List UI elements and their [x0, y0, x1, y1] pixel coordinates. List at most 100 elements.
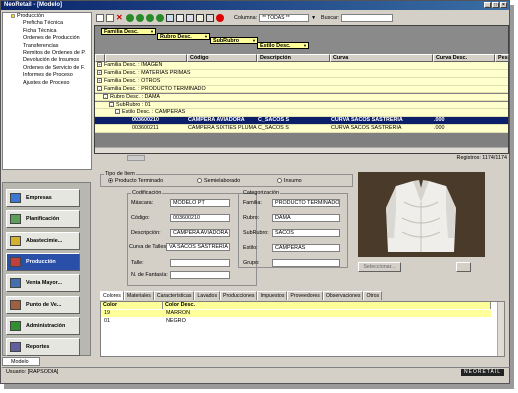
expand-toggle-icon[interactable]: - — [103, 93, 108, 99]
tree-item[interactable]: Preficha Técnica — [3, 20, 91, 27]
tree-root[interactable]: Producción — [3, 13, 91, 20]
seleccionar-button[interactable]: Seleccionar... — [358, 262, 401, 272]
column-header[interactable] — [95, 54, 105, 62]
column-header[interactable]: Color Desc. — [163, 302, 491, 309]
sidebar-item[interactable]: Venta Mayor... — [6, 274, 80, 293]
tipo-radio[interactable]: Insumo — [277, 178, 302, 184]
clear-image-button[interactable] — [456, 262, 471, 272]
table-row[interactable]: 19 MARRON — [101, 310, 491, 317]
field-input[interactable] — [170, 259, 230, 267]
tab-item[interactable]: Proveedores — [287, 291, 323, 300]
category-input[interactable] — [272, 259, 340, 267]
grid-view-icon[interactable] — [166, 13, 174, 22]
subgrid-scrollbar[interactable] — [497, 302, 504, 356]
group-by-button[interactable]: Rubro Desc. ▼ — [157, 33, 210, 40]
edit-icon[interactable] — [186, 13, 194, 22]
tab-item[interactable]: Características — [153, 291, 195, 300]
tipo-radio[interactable]: Producto Terminado — [108, 178, 163, 184]
category-input[interactable]: PRODUCTO TERMINADO — [272, 199, 340, 207]
delete-icon[interactable]: ✕ — [116, 13, 124, 22]
cancel-icon[interactable] — [216, 13, 224, 22]
chevron-down-icon[interactable]: ▼ — [303, 43, 307, 49]
sidebar-item[interactable]: Producción — [6, 252, 80, 271]
sidebar-item[interactable]: Planificación — [6, 210, 80, 229]
tab-item[interactable]: Colores — [100, 291, 124, 300]
tree-item[interactable]: Remitos de Ordenes de P. — [3, 50, 91, 57]
group-by-button[interactable]: Estilo Desc. ▼ — [257, 42, 309, 49]
columna-select[interactable]: ** TODAS ** — [259, 13, 310, 22]
tree-item[interactable]: Ficha Técnica — [3, 28, 91, 35]
sidebar-item[interactable]: Empresas — [6, 189, 80, 207]
next-icon[interactable] — [146, 13, 154, 22]
tab-item[interactable]: Lavados — [194, 291, 221, 300]
table-row[interactable]: 003600210 CAMPERA AVIADORA C_SACOS S CURVA … — [95, 117, 508, 126]
group-row[interactable]: - Rubro Desc. : DAMA — [95, 93, 508, 102]
tree-item[interactable]: Devolución de Insumos — [3, 57, 91, 64]
column-header[interactable]: Peso — [495, 54, 509, 62]
tab-item[interactable]: Impuestos — [257, 291, 288, 300]
sidebar-item[interactable]: Punto de Ve... — [6, 295, 80, 314]
group-row[interactable]: + Familia Desc. : OTROS — [95, 77, 508, 86]
column-header[interactable]: Curva Desc. — [433, 54, 495, 62]
filter-icon[interactable] — [196, 13, 204, 22]
grid-nav-button[interactable] — [127, 155, 145, 161]
category-input[interactable]: DAMA — [272, 214, 340, 222]
table-row[interactable]: 003600211 CAMPERA SIXTIES PLUMAS C_SACOS S… — [95, 125, 508, 133]
group-row[interactable]: - Estilo Desc. : CAMPERAS — [95, 109, 508, 118]
tab-item[interactable]: Observaciones — [322, 291, 364, 300]
column-header[interactable]: Descripción — [257, 54, 330, 62]
field-input[interactable]: CAMPERA AVIADORA — [170, 229, 230, 237]
maximize-button[interactable]: □ — [492, 2, 499, 8]
tree-item[interactable]: Transferencias — [3, 43, 91, 50]
minimize-button[interactable]: _ — [484, 2, 491, 8]
last-icon[interactable] — [156, 13, 164, 22]
category-input[interactable]: CAMPERAS — [272, 244, 340, 252]
tab-modelo[interactable]: Modelo — [2, 357, 40, 366]
field-input[interactable]: VA SACOS SASTRERIA — [166, 243, 230, 251]
expand-toggle-icon[interactable]: - — [115, 109, 120, 115]
first-icon[interactable] — [126, 13, 134, 22]
expand-toggle-icon[interactable]: + — [97, 77, 102, 83]
chevron-down-icon[interactable]: ▼ — [252, 38, 256, 44]
tree-item[interactable]: Ordenes de Producción — [3, 35, 91, 42]
column-header[interactable] — [105, 54, 187, 62]
grid-hscrollbar[interactable] — [95, 147, 508, 153]
close-button[interactable]: × — [500, 2, 507, 8]
new-icon[interactable] — [96, 13, 104, 22]
tree-item[interactable]: Informes de Proceso — [3, 72, 91, 79]
search-input[interactable] — [341, 13, 394, 22]
refresh-icon[interactable] — [206, 13, 214, 22]
field-input[interactable]: MODELO PT — [170, 199, 230, 207]
tree-item[interactable]: Ordenes de Servicio de F. — [3, 65, 91, 72]
tab-item[interactable]: Producciones — [220, 291, 258, 300]
expand-toggle-icon[interactable]: - — [97, 85, 102, 91]
tab-item[interactable]: Materiales — [123, 291, 154, 300]
column-header[interactable]: Curva — [330, 54, 433, 62]
sidebar-item[interactable]: Reportes — [6, 338, 80, 357]
column-header[interactable]: Color — [101, 302, 163, 309]
group-row[interactable]: - SubRubro : 01 — [95, 101, 508, 110]
expand-toggle-icon[interactable]: + — [97, 69, 102, 75]
prev-icon[interactable] — [136, 13, 144, 22]
expand-toggle-icon[interactable]: + — [97, 62, 102, 68]
column-header[interactable]: Código — [187, 54, 257, 62]
group-row[interactable]: - Familia Desc. : PRODUCTO TERMINADO — [95, 85, 508, 94]
sidebar-item[interactable]: Administración — [6, 316, 80, 335]
field-input[interactable]: 003600210 — [170, 214, 230, 222]
copy-icon[interactable] — [106, 13, 114, 22]
tab-item[interactable]: Otros — [363, 291, 383, 300]
group-by-button[interactable]: Familia Desc. ▼ — [101, 28, 156, 35]
sidebar-item[interactable]: Abastecimie... — [6, 231, 80, 250]
chevron-down-icon[interactable]: ▼ — [150, 29, 154, 35]
group-row[interactable]: + Familia Desc. : MATERIAS PRIMAS — [95, 69, 508, 78]
field-input[interactable] — [170, 271, 230, 279]
group-by-button[interactable]: SubRubro ▼ — [210, 37, 258, 44]
tipo-radio[interactable]: Semielaborado — [197, 178, 240, 184]
expand-toggle-icon[interactable]: - — [109, 101, 114, 107]
chevron-down-icon[interactable]: ▼ — [311, 15, 316, 21]
category-input[interactable]: SACOS — [272, 229, 340, 237]
table-row[interactable]: 01 NEGRO — [101, 318, 491, 325]
chevron-down-icon[interactable]: ▼ — [204, 34, 208, 40]
tree-item[interactable]: Ajustes de Proceso — [3, 80, 91, 87]
form-view-icon[interactable] — [176, 13, 184, 22]
